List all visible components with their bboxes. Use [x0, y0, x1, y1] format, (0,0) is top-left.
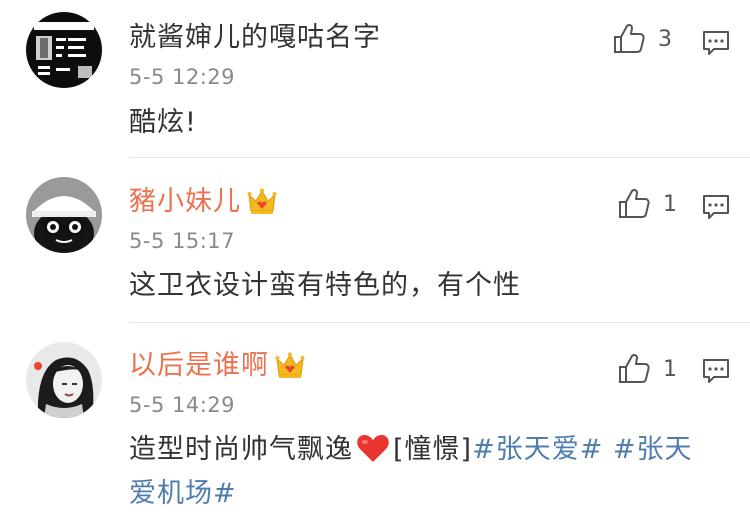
like-button[interactable]: 1: [617, 187, 677, 221]
like-count: 3: [658, 26, 672, 52]
vip-crown-icon: [275, 352, 305, 378]
comment-username[interactable]: 豬小妹儿: [129, 186, 277, 218]
divider: [129, 157, 750, 158]
reply-comment-icon[interactable]: [702, 30, 730, 56]
thumbs-up-icon: [619, 188, 650, 218]
like-count: 1: [663, 356, 677, 382]
hashtag-link[interactable]: #张天爱#: [472, 434, 603, 465]
comment-list: 就酱婶儿的嘎咕名字 5-5 12:29 酷炫! 3 豬小妹儿 5-5 15:17…: [0, 0, 750, 517]
username-text[interactable]: 就酱婶儿的嘎咕名字: [129, 22, 381, 53]
comment-time: 5-5 14:29: [129, 393, 235, 417]
comment-text: 酷炫!: [129, 107, 197, 138]
comment-username[interactable]: 就酱婶儿的嘎咕名字: [129, 22, 381, 54]
thumbs-up-icon: [614, 23, 645, 53]
reply-comment-icon[interactable]: [702, 358, 730, 384]
comment-text: 造型时尚帅气飘逸 [憧憬]#张天爱# #张天爱机场#: [129, 428, 719, 516]
comment-time: 5-5 15:17: [129, 229, 235, 253]
comment-time: 5-5 12:29: [129, 65, 235, 89]
avatar[interactable]: [26, 12, 102, 88]
like-count: 1: [663, 191, 677, 217]
comment-text: 这卫衣设计蛮有特色的，有个性: [129, 270, 521, 301]
red-heart-emoji: [357, 435, 389, 462]
vip-crown-icon: [247, 188, 277, 214]
username-text[interactable]: 以后是谁啊: [129, 350, 269, 381]
like-button[interactable]: 3: [612, 22, 672, 56]
comment-text-prefix: 造型时尚帅气飘逸: [129, 434, 353, 465]
username-text[interactable]: 豬小妹儿: [129, 186, 241, 217]
avatar[interactable]: [26, 177, 102, 253]
sticker-text: [憧憬]: [393, 434, 473, 465]
reply-comment-icon[interactable]: [702, 194, 730, 220]
like-button[interactable]: 1: [617, 352, 677, 386]
comment-username[interactable]: 以后是谁啊: [129, 350, 305, 382]
thumbs-up-icon: [619, 353, 650, 383]
divider: [129, 322, 750, 323]
avatar[interactable]: [26, 342, 102, 418]
